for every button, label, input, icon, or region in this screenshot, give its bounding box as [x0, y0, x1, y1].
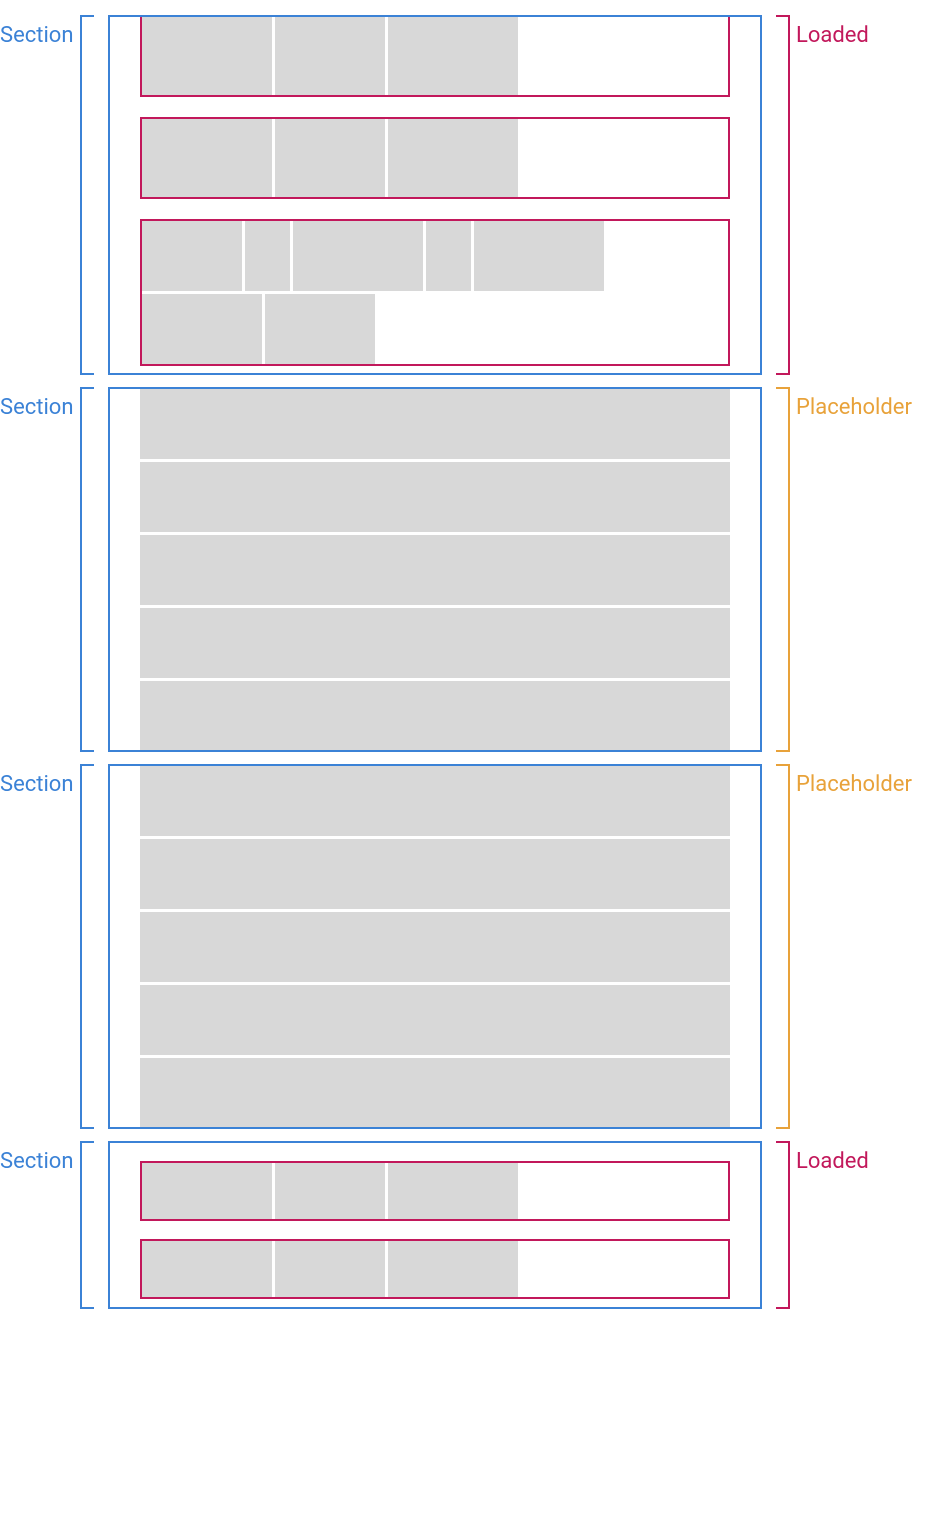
- placeholder-row: [140, 1058, 730, 1128]
- section-label-text: Section: [0, 387, 74, 420]
- loaded-row: [140, 15, 730, 97]
- loaded-subrow: [142, 294, 728, 364]
- loaded-label-text: Loaded: [796, 15, 869, 48]
- cell: [142, 17, 272, 95]
- cell: [245, 221, 290, 291]
- placeholder-row: [140, 462, 730, 532]
- section-loaded-2: [108, 1141, 762, 1309]
- placeholder-row: [140, 389, 730, 459]
- diagram-root: Section Section Section Section: [0, 15, 950, 1309]
- section-label-3: Section: [0, 764, 100, 1129]
- cell: [275, 17, 385, 95]
- placeholder-row: [140, 535, 730, 605]
- cell: [474, 221, 604, 291]
- placeholder-row: [140, 608, 730, 678]
- placeholder-label-1: Placeholder: [770, 387, 950, 752]
- cell: [293, 221, 423, 291]
- cell: [275, 119, 385, 197]
- loaded-row: [140, 1161, 730, 1221]
- cell: [142, 294, 262, 364]
- loaded-row: [140, 1239, 730, 1299]
- loaded-row-multi: [140, 219, 730, 366]
- loaded-row: [140, 117, 730, 199]
- loaded-subrow: [142, 221, 728, 291]
- section-label-text: Section: [0, 764, 74, 797]
- right-label-column: Loaded Placeholder Placeholder Loaded: [770, 15, 950, 1309]
- section-placeholder-1: [108, 387, 762, 752]
- placeholder-row: [140, 839, 730, 909]
- placeholder-row: [140, 766, 730, 836]
- cell: [388, 1163, 518, 1219]
- cell: [388, 119, 518, 197]
- section-loaded-1: [108, 15, 762, 375]
- placeholder-row: [140, 681, 730, 751]
- loaded-label-1: Loaded: [770, 15, 950, 375]
- cell: [142, 1163, 272, 1219]
- placeholder-row: [140, 912, 730, 982]
- loaded-label-text: Loaded: [796, 1141, 869, 1174]
- section-label-4: Section: [0, 1141, 100, 1309]
- loaded-label-2: Loaded: [770, 1141, 950, 1309]
- placeholder-label-text: Placeholder: [796, 387, 912, 420]
- cell: [426, 221, 471, 291]
- section-label-text: Section: [0, 1141, 74, 1174]
- section-label-1: Section: [0, 15, 100, 375]
- left-label-column: Section Section Section Section: [0, 15, 100, 1309]
- cell: [142, 221, 242, 291]
- cell: [142, 1241, 272, 1297]
- cell: [388, 17, 518, 95]
- cell: [275, 1163, 385, 1219]
- content-column: [100, 15, 770, 1309]
- section-label-text: Section: [0, 15, 74, 48]
- placeholder-label-text: Placeholder: [796, 764, 912, 797]
- section-label-2: Section: [0, 387, 100, 752]
- cell: [142, 119, 272, 197]
- section-placeholder-2: [108, 764, 762, 1129]
- cell: [275, 1241, 385, 1297]
- placeholder-label-2: Placeholder: [770, 764, 950, 1129]
- cell: [265, 294, 375, 364]
- placeholder-row: [140, 985, 730, 1055]
- cell: [388, 1241, 518, 1297]
